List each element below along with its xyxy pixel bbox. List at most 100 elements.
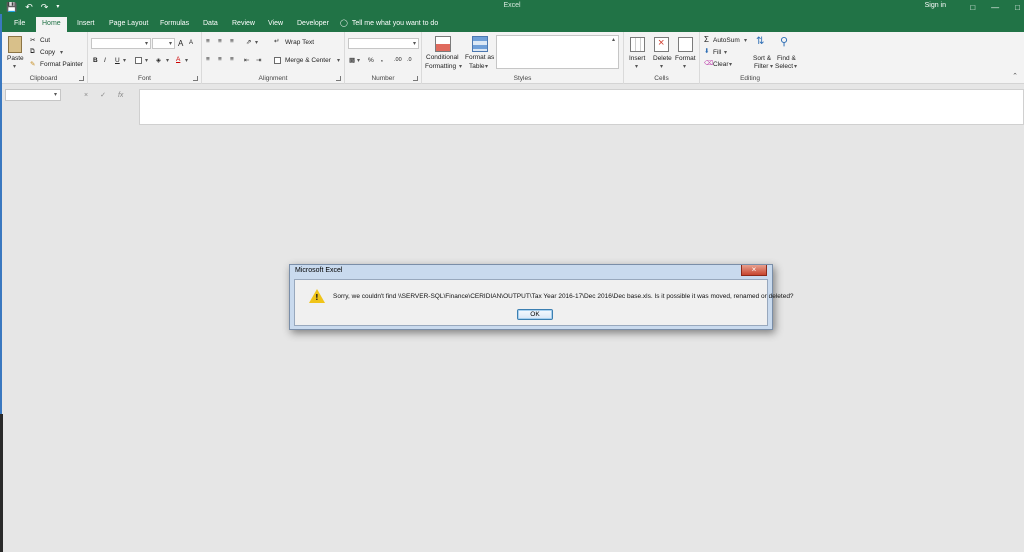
conditional-formatting-icon xyxy=(435,36,451,52)
fill-dropdown-icon[interactable]: ▾ xyxy=(724,49,727,56)
cut-button[interactable]: Cut xyxy=(40,37,50,44)
font-name-input[interactable]: ▾ xyxy=(91,38,151,49)
confirm-entry-icon[interactable]: ✓ xyxy=(100,91,106,99)
italic-button[interactable]: I xyxy=(104,57,106,64)
bold-button[interactable]: B xyxy=(93,57,98,64)
decrease-decimal-button[interactable]: .0 xyxy=(407,57,412,63)
conditional-formatting-dropdown-icon[interactable]: ▾ xyxy=(459,63,462,70)
font-color-icon[interactable]: A xyxy=(176,56,180,63)
format-as-table-label-2[interactable]: Table xyxy=(469,63,485,70)
align-right-icon[interactable]: ≡ xyxy=(230,56,234,63)
tab-data[interactable]: Data xyxy=(197,17,224,32)
fill-color-icon[interactable]: ◈ xyxy=(156,56,161,64)
percent-style-button[interactable]: % xyxy=(368,57,374,64)
comma-style-button[interactable]: , xyxy=(381,56,383,63)
accounting-format-icon[interactable]: ▩ xyxy=(349,56,355,64)
copy-dropdown-icon[interactable]: ▾ xyxy=(60,49,63,56)
alignment-launcher-icon[interactable] xyxy=(336,76,341,81)
clear-button[interactable]: Clear xyxy=(713,61,729,68)
collapse-ribbon-icon[interactable]: ⌃ xyxy=(1012,72,1018,80)
maximize-icon[interactable]: □ xyxy=(1015,3,1020,12)
top-align-icon[interactable]: ≡ xyxy=(206,38,210,45)
copy-button[interactable]: Copy xyxy=(40,49,55,56)
borders-dropdown-icon[interactable]: ▾ xyxy=(145,57,148,64)
tab-formulas[interactable]: Formulas xyxy=(154,17,195,32)
borders-icon[interactable] xyxy=(135,57,142,64)
paste-icon[interactable] xyxy=(8,36,22,53)
font-size-input[interactable]: ▾ xyxy=(152,38,175,49)
font-color-dropdown-icon[interactable]: ▾ xyxy=(185,57,188,64)
tell-me-box[interactable]: ◯ Tell me what you want to do xyxy=(340,17,438,32)
dialog-close-button[interactable]: × xyxy=(741,265,767,276)
tab-page-layout[interactable]: Page Layout xyxy=(103,17,154,32)
sign-in-link[interactable]: Sign in xyxy=(925,2,946,9)
ok-button[interactable]: OK xyxy=(517,309,553,320)
find-select-label-2[interactable]: Select xyxy=(775,63,793,70)
number-format-select[interactable]: ▾ xyxy=(348,38,419,49)
delete-cells-button[interactable]: Delete xyxy=(653,55,672,62)
conditional-formatting-label-2[interactable]: Formatting xyxy=(425,63,456,70)
underline-button[interactable]: U xyxy=(115,57,120,64)
font-group-label: Font xyxy=(137,75,151,82)
increase-decimal-button[interactable]: .00 xyxy=(394,57,402,63)
align-left-icon[interactable]: ≡ xyxy=(206,56,210,63)
sort-filter-dropdown-icon[interactable]: ▾ xyxy=(770,63,773,70)
name-box-dropdown-icon[interactable]: ▾ xyxy=(54,91,57,98)
number-launcher-icon[interactable] xyxy=(413,76,418,81)
tab-home[interactable]: Home xyxy=(36,17,67,32)
insert-function-icon[interactable]: fx xyxy=(118,92,123,99)
align-center-icon[interactable]: ≡ xyxy=(218,56,222,63)
clipboard-launcher-icon[interactable] xyxy=(79,76,84,81)
cancel-entry-icon[interactable]: × xyxy=(84,92,88,99)
autosum-button[interactable]: AutoSum xyxy=(713,37,740,44)
conditional-formatting-label[interactable]: Conditional xyxy=(426,54,459,61)
orientation-dropdown-icon[interactable]: ▾ xyxy=(255,39,258,46)
decrease-indent-icon[interactable]: ⇤ xyxy=(244,56,249,64)
fill-color-dropdown-icon[interactable]: ▾ xyxy=(166,57,169,64)
middle-align-icon[interactable]: ≡ xyxy=(218,38,222,45)
font-launcher-icon[interactable] xyxy=(193,76,198,81)
tab-file[interactable]: File xyxy=(8,17,31,32)
increase-indent-icon[interactable]: ⇥ xyxy=(256,56,261,64)
sort-filter-label-2[interactable]: Filter xyxy=(754,63,768,70)
group-font: ▾ ▾ A A B I U ▾ ▾ ◈ ▾ A ▾ Font xyxy=(88,32,202,84)
format-cells-dropdown-icon[interactable]: ▾ xyxy=(683,63,686,70)
bottom-align-icon[interactable]: ≡ xyxy=(230,38,234,45)
paste-dropdown-icon[interactable]: ▾ xyxy=(13,63,16,70)
find-select-dropdown-icon[interactable]: ▾ xyxy=(794,63,797,70)
format-as-table-dropdown-icon[interactable]: ▾ xyxy=(485,63,488,70)
grow-font-button[interactable]: A xyxy=(178,39,183,48)
merge-center-icon xyxy=(274,57,281,64)
cell-styles-gallery[interactable] xyxy=(496,35,619,69)
fill-button[interactable]: Fill xyxy=(713,49,721,56)
formula-input[interactable] xyxy=(139,89,1024,125)
shrink-font-button[interactable]: A xyxy=(189,40,193,46)
orientation-icon[interactable]: ⇗ xyxy=(246,38,251,46)
tab-developer[interactable]: Developer xyxy=(291,17,335,32)
paste-button[interactable]: Paste xyxy=(7,55,24,62)
name-box[interactable]: ▾ xyxy=(5,89,61,101)
underline-dropdown-icon[interactable]: ▾ xyxy=(123,57,126,64)
autosum-dropdown-icon[interactable]: ▾ xyxy=(744,37,747,44)
ribbon-display-icon[interactable]: □ xyxy=(970,3,975,12)
format-cells-button[interactable]: Format xyxy=(675,55,696,62)
merge-center-button[interactable]: Merge & Center xyxy=(285,57,331,64)
wrap-text-button[interactable]: Wrap Text xyxy=(285,39,314,46)
delete-cells-dropdown-icon[interactable]: ▾ xyxy=(660,63,663,70)
format-painter-button[interactable]: Format Painter xyxy=(40,61,83,68)
styles-scroll-up-icon[interactable]: ▴ xyxy=(612,36,615,43)
accounting-dropdown-icon[interactable]: ▾ xyxy=(357,57,360,64)
tab-insert[interactable]: Insert xyxy=(71,17,101,32)
format-as-table-label[interactable]: Format as xyxy=(465,54,494,61)
tab-review[interactable]: Review xyxy=(226,17,261,32)
warning-exclamation-icon: ! xyxy=(315,293,319,302)
insert-cells-button[interactable]: Insert xyxy=(629,55,645,62)
insert-cells-dropdown-icon[interactable]: ▾ xyxy=(635,63,638,70)
sort-filter-label[interactable]: Sort & xyxy=(753,55,771,62)
clear-dropdown-icon[interactable]: ▾ xyxy=(729,61,732,68)
find-select-label[interactable]: Find & xyxy=(777,55,796,62)
autosum-icon: Σ xyxy=(704,35,709,44)
merge-center-dropdown-icon[interactable]: ▾ xyxy=(337,57,340,64)
tab-view[interactable]: View xyxy=(262,17,289,32)
minimize-icon[interactable]: — xyxy=(991,3,999,12)
